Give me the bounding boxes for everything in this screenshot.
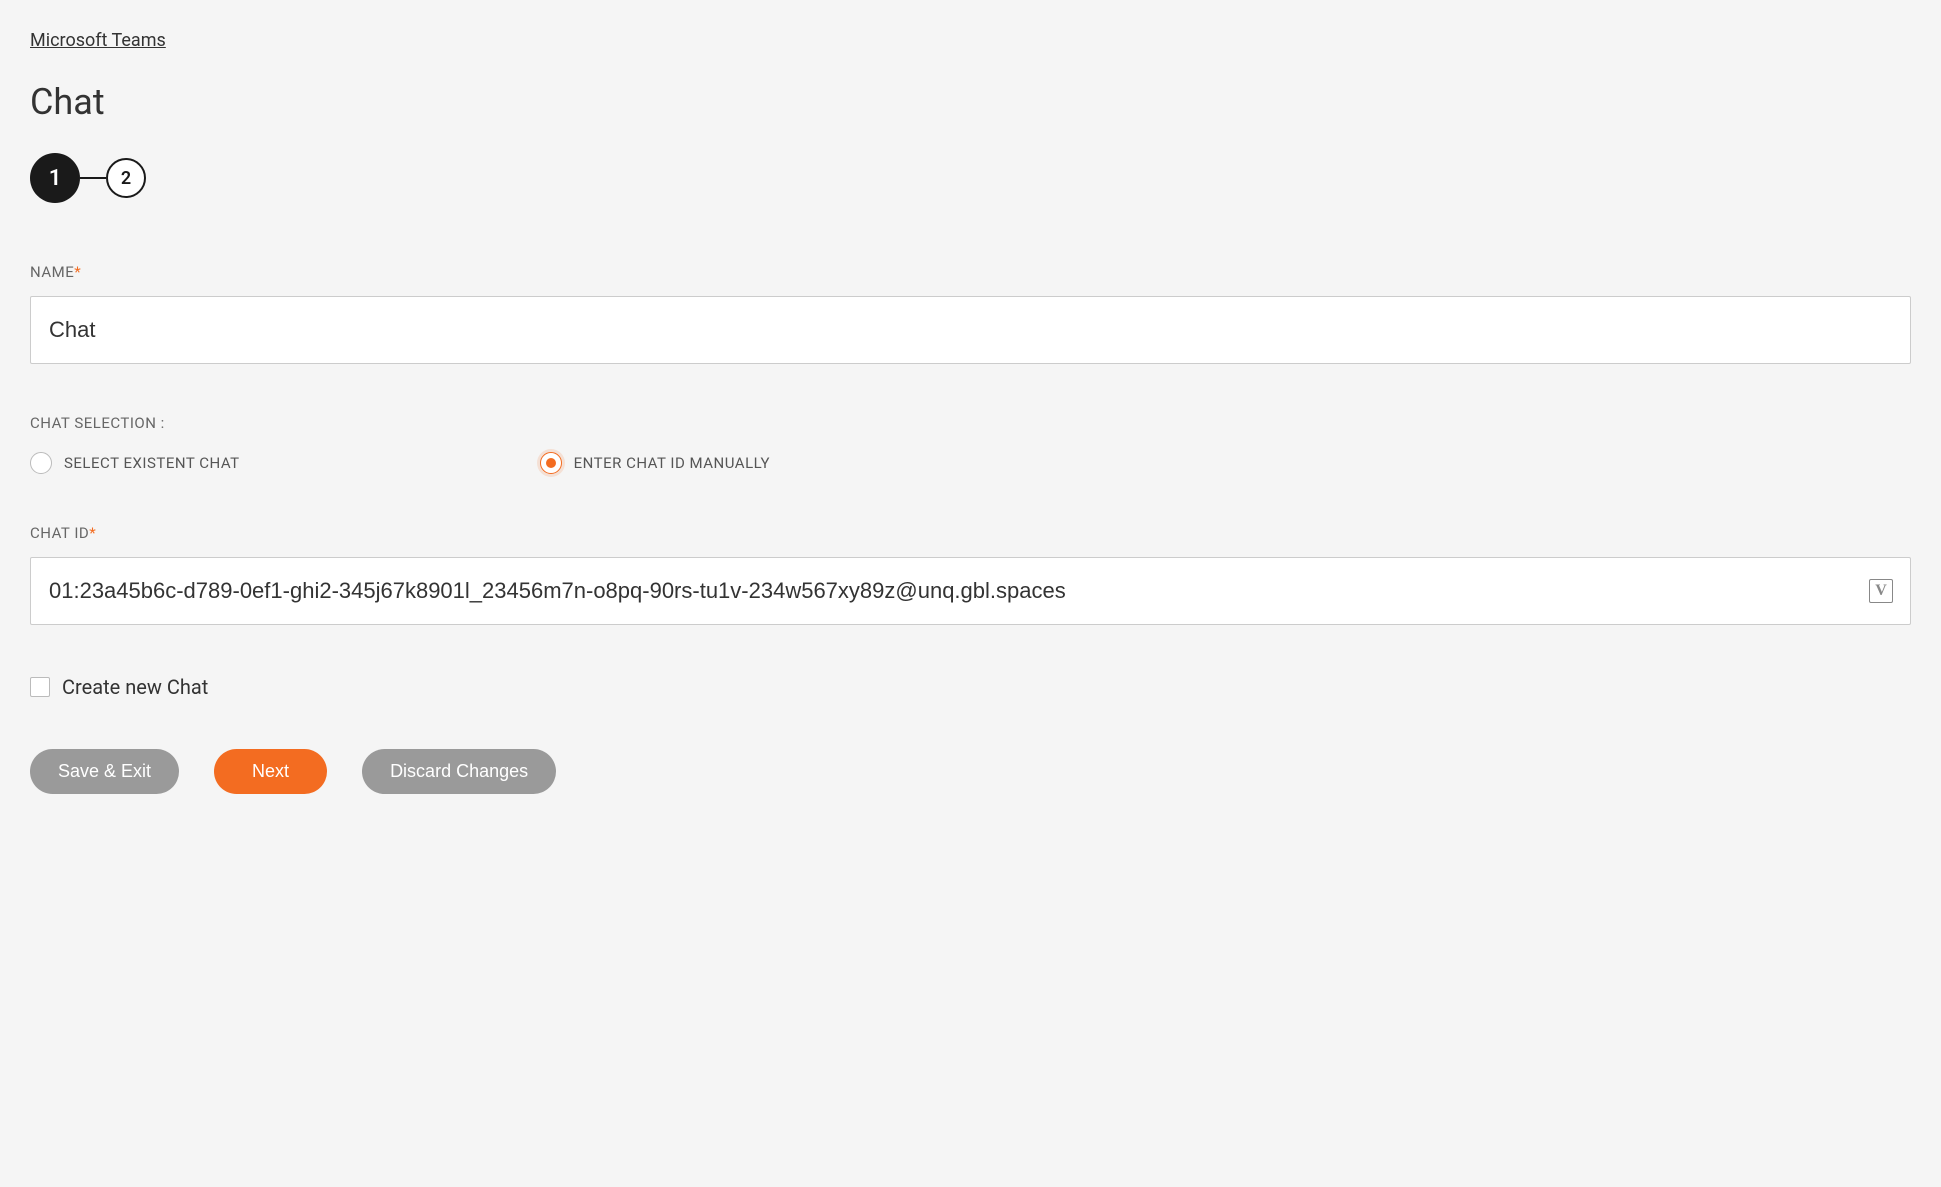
name-label-text: NAME bbox=[30, 263, 74, 281]
chat-id-input-wrapper: V bbox=[30, 557, 1911, 625]
name-field-group: NAME* bbox=[30, 263, 1911, 364]
create-new-chat-checkbox[interactable]: Create new Chat bbox=[30, 675, 1911, 699]
chat-selection-group: CHAT SELECTION : SELECT EXISTENT CHAT EN… bbox=[30, 414, 1911, 474]
chat-id-field-group: CHAT ID* V bbox=[30, 524, 1911, 625]
radio-row: SELECT EXISTENT CHAT ENTER CHAT ID MANUA… bbox=[30, 452, 1911, 474]
breadcrumb-link[interactable]: Microsoft Teams bbox=[30, 30, 166, 51]
radio-label-existent: SELECT EXISTENT CHAT bbox=[64, 454, 240, 472]
radio-option-existent[interactable]: SELECT EXISTENT CHAT bbox=[30, 452, 240, 474]
name-input[interactable] bbox=[30, 296, 1911, 364]
required-asterisk: * bbox=[89, 524, 96, 542]
radio-option-manual[interactable]: ENTER CHAT ID MANUALLY bbox=[540, 452, 770, 474]
create-new-chat-label: Create new Chat bbox=[62, 675, 208, 699]
page-title: Chat bbox=[30, 81, 1911, 123]
step-1[interactable]: 1 bbox=[30, 153, 80, 203]
radio-label-manual: ENTER CHAT ID MANUALLY bbox=[574, 454, 770, 472]
chat-selection-label: CHAT SELECTION : bbox=[30, 414, 1911, 432]
radio-icon-checked bbox=[540, 452, 562, 474]
name-label: NAME* bbox=[30, 263, 1911, 281]
chat-id-input[interactable] bbox=[30, 557, 1911, 625]
required-asterisk: * bbox=[74, 263, 81, 281]
step-2[interactable]: 2 bbox=[106, 158, 146, 198]
chat-id-label: CHAT ID* bbox=[30, 524, 1911, 542]
discard-button[interactable]: Discard Changes bbox=[362, 749, 556, 794]
checkbox-icon bbox=[30, 677, 50, 697]
step-connector bbox=[80, 177, 106, 179]
next-button[interactable]: Next bbox=[214, 749, 327, 794]
button-row: Save & Exit Next Discard Changes bbox=[30, 749, 1911, 794]
chat-id-label-text: CHAT ID bbox=[30, 524, 89, 542]
radio-inner-dot bbox=[546, 458, 556, 468]
radio-icon bbox=[30, 452, 52, 474]
stepper: 1 2 bbox=[30, 153, 1911, 203]
save-exit-button[interactable]: Save & Exit bbox=[30, 749, 179, 794]
